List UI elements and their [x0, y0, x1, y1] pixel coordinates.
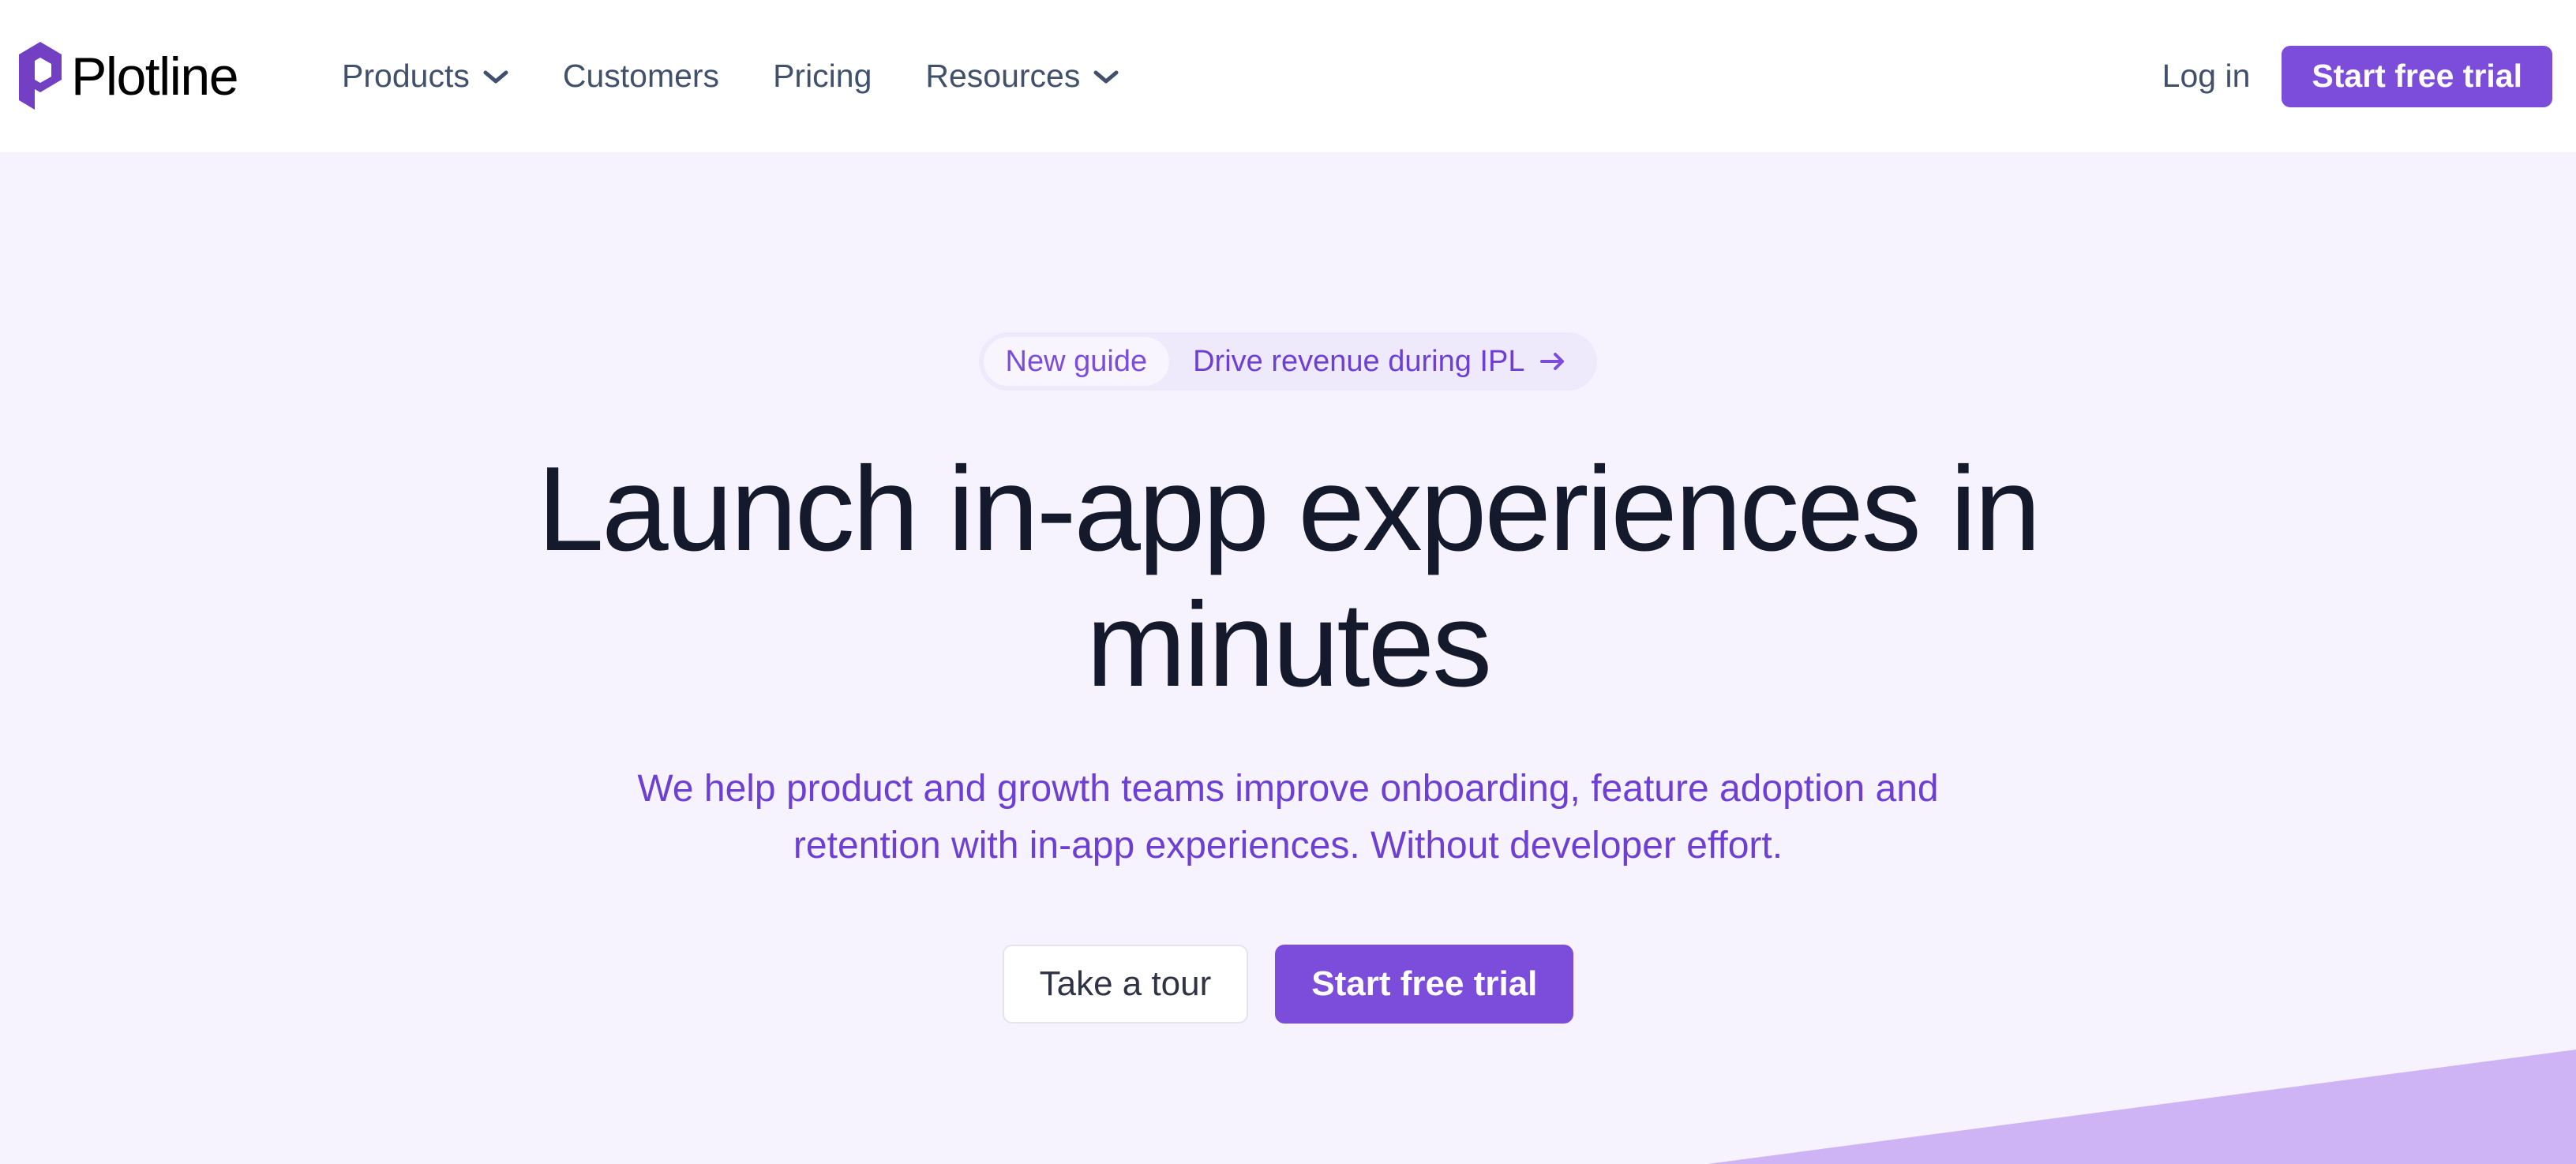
start-free-trial-button-header[interactable]: Start free trial — [2282, 45, 2552, 107]
nav-item-label: Resources — [925, 58, 1081, 94]
announcement-link[interactable]: Drive revenue during IPL — [1193, 345, 1567, 379]
hero-section: New guide Drive revenue during IPL Launc… — [0, 152, 2576, 1164]
arrow-right-icon — [1540, 353, 1565, 370]
page-root: Plotline Products Customers Pricing Reso… — [0, 0, 2576, 1164]
nav-item-products[interactable]: Products — [315, 58, 536, 95]
nav-item-resources[interactable]: Resources — [898, 58, 1146, 95]
nav-item-label: Products — [342, 58, 470, 94]
chevron-down-icon — [483, 70, 508, 83]
take-a-tour-button[interactable]: Take a tour — [1002, 945, 1249, 1024]
nav-item-customers[interactable]: Customers — [536, 58, 746, 95]
nav-item-label: Customers — [562, 58, 720, 94]
announcement-badge: New guide — [983, 337, 1170, 386]
login-link[interactable]: Log in — [2131, 58, 2282, 95]
hero-cta-group: Take a tour Start free trial — [1002, 945, 1574, 1024]
nav-item-pricing[interactable]: Pricing — [746, 58, 898, 95]
start-free-trial-button-hero[interactable]: Start free trial — [1275, 945, 1574, 1024]
brand-logo-link[interactable]: Plotline — [17, 40, 239, 113]
main-navigation: Products Customers Pricing Resources — [315, 58, 1146, 95]
hero-subheading: We help product and growth teams improve… — [637, 767, 1939, 867]
hero-content: New guide Drive revenue during IPL Launc… — [0, 152, 2576, 1164]
site-header: Plotline Products Customers Pricing Reso… — [0, 0, 2576, 152]
page-title: Launch in-app experiences in minutes — [537, 442, 2042, 712]
announcement-link-label: Drive revenue during IPL — [1193, 344, 1525, 378]
brand-name: Plotline — [71, 46, 239, 107]
header-actions: Log in Start free trial — [2131, 45, 2576, 107]
nav-item-label: Pricing — [773, 58, 872, 94]
plotline-hexagon-p-logo-icon — [19, 41, 62, 110]
announcement-banner[interactable]: New guide Drive revenue during IPL — [978, 332, 1598, 391]
chevron-down-icon — [1093, 70, 1119, 83]
